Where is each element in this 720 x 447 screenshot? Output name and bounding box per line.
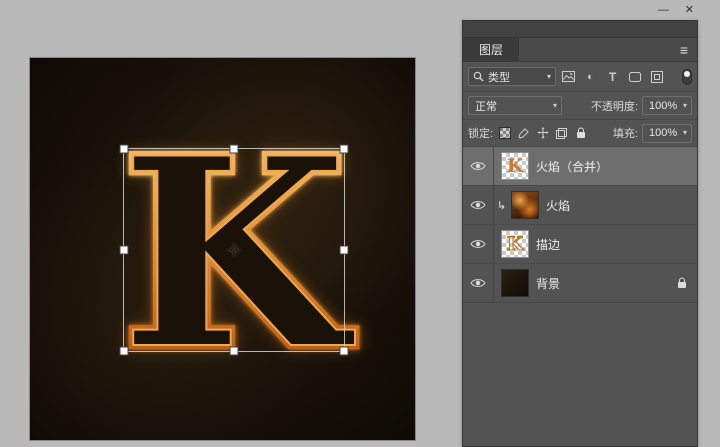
window-controls: — ✕ (658, 3, 694, 17)
smart-object-icon (650, 70, 663, 83)
visibility-toggle[interactable] (463, 264, 494, 302)
layer-row-stroke[interactable]: K 描边 (463, 225, 697, 264)
filter-type-layers-button[interactable]: T (603, 68, 622, 86)
layers-panel: 图层 ≡ 类型 ▾ ◐ T 正常 ▾ 不透明度: 100% ▾ 锁定: 填充: … (462, 20, 698, 447)
chevron-down-icon: ▾ (682, 128, 687, 137)
layer-name[interactable]: 火焰（合并） (536, 158, 608, 175)
lock-pixels-button[interactable] (516, 125, 531, 141)
chevron-down-icon: ▾ (546, 71, 551, 81)
fill-label: 填充: (612, 128, 638, 140)
layer-name[interactable]: 背景 (536, 275, 560, 292)
layer-row-flame[interactable]: ↳ 火焰 (463, 186, 697, 225)
panel-menu-icon[interactable]: ≡ (671, 38, 697, 61)
lock-transparency-button[interactable] (497, 125, 512, 141)
thumbnail-letter: K (506, 154, 524, 177)
free-transform-box[interactable] (119, 144, 349, 356)
fill-value: 100% (649, 127, 678, 139)
artboard-icon (556, 127, 568, 139)
document-canvas[interactable]: K K (30, 58, 415, 440)
opacity-label: 不透明度: (590, 100, 638, 113)
filter-toggle-switch[interactable] (682, 68, 692, 85)
panel-drag-bar[interactable] (463, 21, 697, 38)
transform-handle-middle-left[interactable] (119, 245, 129, 255)
lock-icon (576, 127, 585, 138)
visibility-toggle[interactable] (463, 225, 494, 263)
minimize-icon[interactable]: — (658, 3, 669, 17)
lock-icon (678, 277, 686, 288)
photoshop-workspace: — ✕ K K 图层 ≡ 类型 ▾ ◐ T 正常 ▾ 不透明度: 100% ▾ … (0, 0, 720, 447)
lock-all-button[interactable] (573, 125, 588, 141)
transform-handle-top-middle[interactable] (229, 144, 239, 154)
eye-icon (470, 201, 486, 209)
image-icon (562, 71, 575, 82)
brush-icon (518, 127, 529, 139)
layer-locked-badge (677, 277, 687, 289)
layer-list: K 火焰（合并） ↳ 火焰 K 描边 背景 (463, 147, 697, 446)
layer-name[interactable]: 描边 (536, 236, 560, 253)
chevron-down-icon: ▾ (682, 100, 687, 110)
visibility-toggle[interactable] (463, 186, 494, 224)
opacity-select[interactable]: 100% ▾ (642, 96, 692, 115)
transform-handle-top-right[interactable] (339, 144, 349, 154)
layer-row-background[interactable]: 背景 (463, 264, 697, 303)
transform-handle-middle-right[interactable] (339, 245, 349, 255)
opacity-value: 100% (649, 99, 678, 112)
transform-handle-bottom-middle[interactable] (229, 346, 239, 356)
layer-thumbnail[interactable] (501, 269, 529, 297)
transform-reference-point-icon[interactable] (227, 243, 242, 258)
blend-mode-value: 正常 (475, 100, 497, 113)
layer-filter-row: 类型 ▾ ◐ T (463, 62, 697, 92)
lock-artboard-button[interactable] (554, 125, 569, 141)
blend-mode-select[interactable]: 正常 ▾ (468, 96, 562, 115)
tab-layers[interactable]: 图层 (463, 38, 520, 61)
blend-row: 正常 ▾ 不透明度: 100% ▾ (463, 92, 697, 120)
lock-label: 锁定: (468, 128, 494, 140)
eye-icon (470, 279, 486, 287)
clipping-mask-arrow-icon: ↳ (496, 199, 507, 212)
shape-icon (628, 71, 641, 82)
layer-row-flame-merged[interactable]: K 火焰（合并） (463, 147, 697, 186)
layer-thumbnail[interactable]: K (501, 152, 529, 180)
search-icon (473, 71, 484, 82)
filter-kind-label: 类型 (488, 71, 510, 84)
layer-name[interactable]: 火焰 (546, 197, 570, 214)
panel-tab-bar: 图层 ≡ (463, 38, 697, 62)
fill-select[interactable]: 100% ▾ (642, 123, 692, 143)
layer-thumbnail[interactable]: K (501, 230, 529, 258)
transparency-checker-icon (498, 127, 511, 139)
transform-handle-top-left[interactable] (119, 144, 129, 154)
transform-handle-bottom-left[interactable] (119, 346, 129, 356)
transform-handle-bottom-right[interactable] (339, 346, 349, 356)
filter-smart-objects-button[interactable] (647, 68, 666, 86)
eye-icon (470, 162, 486, 170)
thumbnail-letter: K (506, 232, 524, 255)
visibility-toggle[interactable] (463, 147, 494, 185)
filter-adjustment-layers-button[interactable]: ◐ (581, 68, 600, 86)
filter-pixel-layers-button[interactable] (559, 68, 578, 86)
filter-shape-layers-button[interactable] (625, 68, 644, 86)
chevron-down-icon: ▾ (552, 100, 557, 110)
close-icon[interactable]: ✕ (685, 3, 694, 17)
eye-icon (470, 240, 486, 248)
layer-thumbnail[interactable] (511, 191, 539, 219)
lock-row: 锁定: 填充: 100% ▾ (463, 120, 697, 147)
filter-kind-select[interactable]: 类型 ▾ (468, 67, 556, 86)
lock-position-button[interactable] (535, 125, 550, 141)
move-icon (537, 127, 549, 139)
